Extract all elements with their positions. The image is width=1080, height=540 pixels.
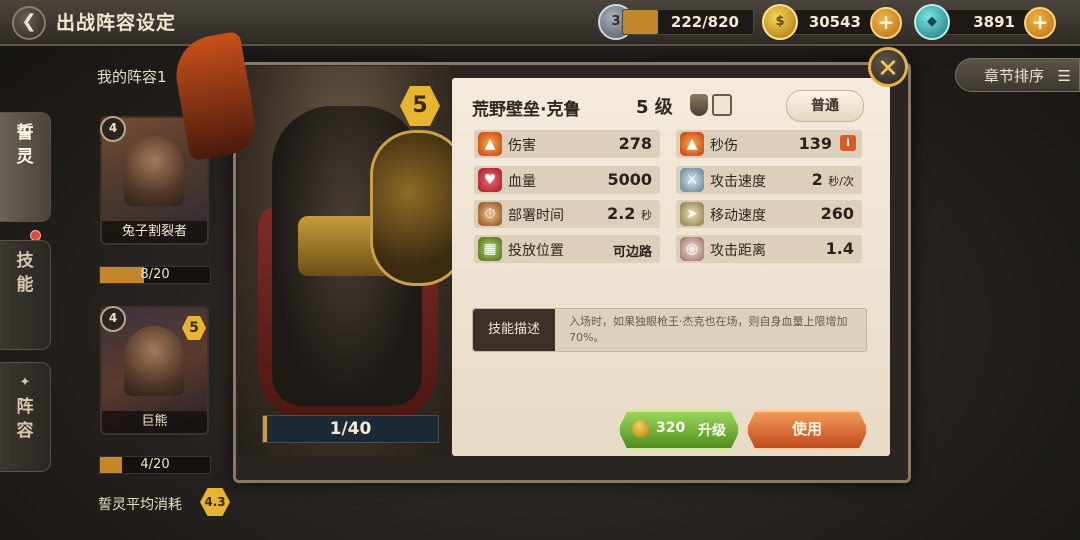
clock-icon: ⏱ <box>478 202 502 226</box>
rarity-badge: 普通 <box>786 90 864 122</box>
tab-lineup[interactable]: ✦ 阵 容 <box>0 362 51 472</box>
add-gold-button[interactable]: + <box>870 7 902 39</box>
stat-dps: ▲ 秒伤 139 i <box>676 130 862 158</box>
stat-label: 攻击距离 <box>710 243 766 259</box>
stat-range: ◎ 攻击距离 1.4 <box>676 235 862 263</box>
spirit-portrait <box>124 326 184 396</box>
use-button[interactable]: 使用 <box>746 410 868 450</box>
stat-unit: 秒/次 <box>828 175 854 188</box>
stat-number: 2 <box>811 170 823 189</box>
stat-value: 1.4 <box>825 239 854 258</box>
spirit-progress-bar: 8/20 <box>99 266 211 284</box>
sword-icon: ⚔ <box>680 168 704 192</box>
page-title: 出战阵容设定 <box>56 12 177 34</box>
stat-label: 血量 <box>508 174 536 190</box>
wing-icon: ➤ <box>680 202 704 226</box>
tab-spirits[interactable]: 誓 灵 <box>0 112 51 222</box>
tab-label: 阵 <box>16 397 34 417</box>
upgrade-button[interactable]: 320 升级 <box>618 410 740 450</box>
stat-placement: ▦ 投放位置 可边路 <box>474 235 660 263</box>
fire-clock-icon: ▲ <box>680 132 704 156</box>
tab-label: 誓 <box>16 123 34 143</box>
shard-progress-bar: 1/40 <box>262 415 439 443</box>
back-arrow-icon[interactable]: ❮ <box>12 6 46 40</box>
spirit-progress-bar: 4/20 <box>99 456 211 474</box>
info-icon[interactable]: i <box>840 135 856 151</box>
skill-text: 入场时，如果独眼枪王·杰克也在场，则自身血量上限增加70%。 <box>569 315 848 344</box>
lineup-title: 我的阵容1 <box>97 68 167 86</box>
spirit-name: 兔子割裂者 <box>102 221 207 243</box>
spirit-cost: 4 <box>100 306 126 332</box>
stat-value: 260 <box>820 204 854 223</box>
blood-drop-icon: ♥ <box>478 168 502 192</box>
gold-coin-icon <box>632 420 650 438</box>
average-cost-label: 誓灵平均消耗 <box>98 497 182 513</box>
spirit-cost: 4 <box>100 116 126 142</box>
chapter-sort-button[interactable]: 章节排序 ☰ <box>955 58 1080 92</box>
upgrade-label: 升级 <box>698 423 726 439</box>
stat-value: 278 <box>618 134 652 153</box>
stat-deploy-time: ⏱ 部署时间 2.2 秒 <box>474 200 660 228</box>
tab-label: 技 <box>16 251 34 271</box>
stat-label: 伤害 <box>508 138 536 154</box>
gem-value: 3891 <box>973 13 1015 31</box>
stat-damage: ▲ 伤害 278 <box>474 130 660 158</box>
tab-skills[interactable]: 技 能 <box>0 240 51 350</box>
spirit-portrait <box>124 136 184 206</box>
list-icon: ☰ <box>1057 67 1071 85</box>
upgrade-cost: 320 <box>656 420 686 436</box>
stat-value: 可边路 <box>612 245 652 260</box>
skill-description-box: 技能描述 入场时，如果独眼枪王·杰克也在场，则自身血量上限增加70%。 <box>472 308 867 352</box>
stat-hp: ♥ 血量 5000 <box>474 166 660 194</box>
gold-coin-icon: $ <box>762 4 798 40</box>
gold-value: 30543 <box>808 13 861 31</box>
stat-label: 部署时间 <box>508 208 564 224</box>
top-bar: ❮ 出战阵容设定 3 222/820 30543 $ + 3891 ◆ + <box>0 0 1080 46</box>
target-icon: ◎ <box>680 237 704 261</box>
progress-text: 8/20 <box>140 267 170 282</box>
stat-label: 秒伤 <box>710 138 738 154</box>
sort-label: 章节排序 <box>984 67 1045 85</box>
hero-level-text: 5 级 <box>636 97 673 118</box>
scroll-icon[interactable] <box>712 94 732 116</box>
stamina-fill <box>623 10 659 34</box>
gem-icon: ◆ <box>914 4 950 40</box>
average-cost-badge: 4.3 <box>200 488 230 516</box>
shard-progress-text: 1/40 <box>329 419 372 439</box>
rank-shield-icon <box>690 94 708 116</box>
progress-text: 4/20 <box>140 457 170 472</box>
hero-name: 荒野壁垒·克鲁 <box>472 100 581 120</box>
stat-attack-speed: ⚔ 攻击速度 2 秒/次 <box>676 166 862 194</box>
stat-label: 移动速度 <box>710 208 766 224</box>
lineup-tab-icon: ✦ <box>19 375 31 390</box>
tab-label: 能 <box>16 275 34 295</box>
stat-label: 攻击速度 <box>710 174 766 190</box>
close-icon[interactable]: ✕ <box>868 47 908 87</box>
stat-move-speed: ➤ 移动速度 260 <box>676 200 862 228</box>
stamina-bar: 222/820 <box>622 9 754 35</box>
stat-unit: 秒 <box>641 209 652 222</box>
stat-number: 2.2 <box>607 204 636 223</box>
stamina-value: 222/820 <box>670 13 739 31</box>
map-grid-icon: ▦ <box>478 237 502 261</box>
tab-label: 灵 <box>16 147 34 167</box>
spirit-name: 巨熊 <box>102 411 207 433</box>
stat-value: 139 <box>798 134 832 153</box>
stat-value: 2 秒/次 <box>812 170 854 189</box>
add-gems-button[interactable]: + <box>1024 7 1056 39</box>
stat-value: 5000 <box>607 170 652 189</box>
fire-icon: ▲ <box>478 132 502 156</box>
stat-value: 2.2 秒 <box>607 204 652 223</box>
tab-label: 容 <box>16 421 34 441</box>
skill-label: 技能描述 <box>473 309 555 351</box>
stat-label: 投放位置 <box>508 243 564 259</box>
